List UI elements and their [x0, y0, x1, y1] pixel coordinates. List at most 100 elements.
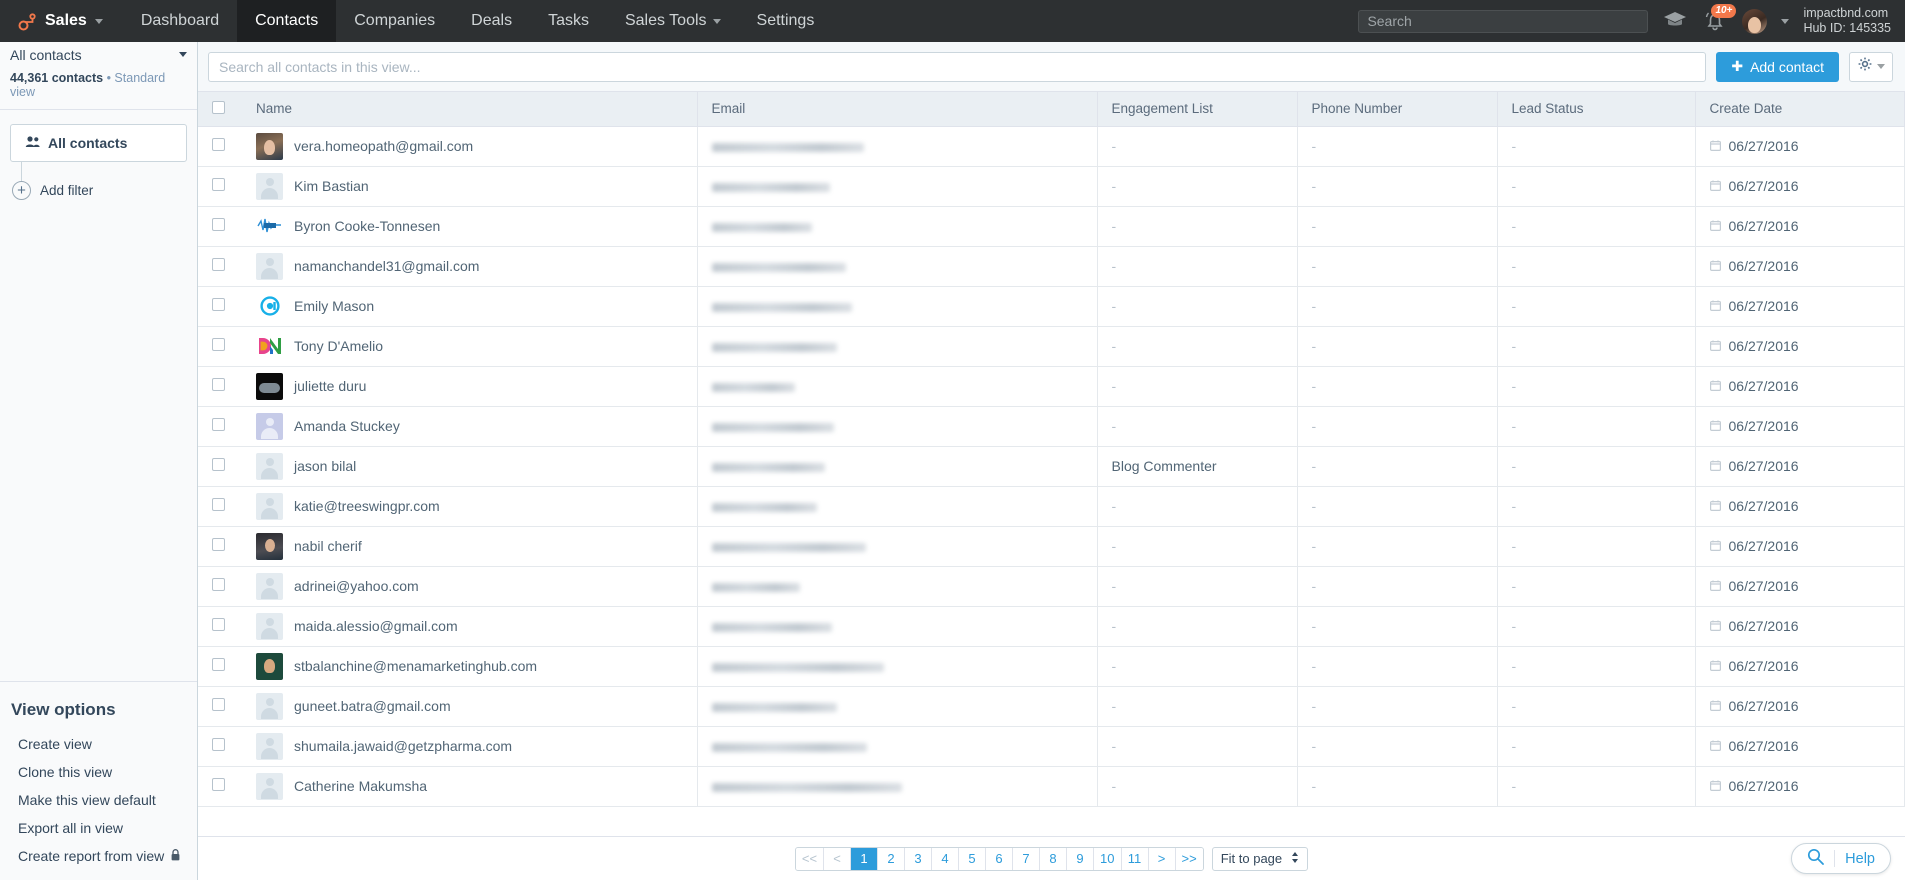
table-row[interactable]: stbalanchine@menamarketinghub.com - - - 06/2…: [198, 646, 1905, 687]
contact-name-link[interactable]: Amanda Stuckey: [294, 418, 400, 434]
cell-name[interactable]: namanchandel31@gmail.com: [242, 246, 698, 287]
table-row[interactable]: Catherine Makumsha - - - 06/27/2016: [198, 766, 1905, 807]
table-row[interactable]: jason bilal Blog Commenter - - 06/27/2016: [198, 446, 1905, 487]
table-row[interactable]: Tony D'Amelio - - - 06/27/2016: [198, 326, 1905, 367]
cell-name[interactable]: adrinei@yahoo.com: [242, 566, 698, 607]
cell-name[interactable]: stbalanchine@menamarketinghub.com: [242, 646, 698, 687]
nav-item-contacts[interactable]: Contacts: [237, 0, 337, 42]
row-checkbox[interactable]: [212, 258, 225, 271]
nav-item-tasks[interactable]: Tasks: [530, 0, 607, 42]
view-option-make-default[interactable]: Make this view default: [0, 786, 197, 814]
nav-item-deals[interactable]: Deals: [453, 0, 530, 42]
table-row[interactable]: vera.homeopath@gmail.com - - - 06/27/2016: [198, 126, 1905, 167]
contact-name-link[interactable]: guneet.batra@gmail.com: [294, 698, 451, 714]
pagination-page-button[interactable]: 5: [959, 847, 987, 870]
table-row[interactable]: guneet.batra@gmail.com - - - 06/27/2016: [198, 686, 1905, 727]
cell-name[interactable]: guneet.batra@gmail.com: [242, 686, 698, 727]
view-option-create-view[interactable]: Create view: [0, 730, 197, 758]
row-checkbox[interactable]: [212, 618, 225, 631]
row-checkbox[interactable]: [212, 698, 225, 711]
view-option-create-report[interactable]: Create report from view: [0, 842, 197, 870]
pagination-nav-button[interactable]: <<: [795, 847, 825, 870]
row-checkbox[interactable]: [212, 418, 225, 431]
cell-name[interactable]: katie@treeswingpr.com: [242, 486, 698, 527]
contact-name-link[interactable]: namanchandel31@gmail.com: [294, 258, 479, 274]
nav-item-sales-tools[interactable]: Sales Tools: [607, 0, 739, 42]
column-header-create-date[interactable]: Create Date: [1695, 92, 1905, 127]
view-selector-dropdown[interactable]: All contacts: [0, 42, 197, 67]
row-checkbox[interactable]: [212, 538, 225, 551]
cell-name[interactable]: juliette duru: [242, 366, 698, 407]
pagination-page-button[interactable]: 4: [932, 847, 960, 870]
row-checkbox[interactable]: [212, 738, 225, 751]
contact-name-link[interactable]: vera.homeopath@gmail.com: [294, 138, 473, 154]
pagination-nav-button[interactable]: <: [824, 847, 852, 870]
table-row[interactable]: juliette duru - - - 06/27/2016: [198, 366, 1905, 407]
cell-name[interactable]: shumaila.jawaid@getzpharma.com: [242, 726, 698, 767]
pagination-page-button[interactable]: 8: [1040, 847, 1068, 870]
table-settings-gear-button[interactable]: [1849, 51, 1893, 82]
contact-name-link[interactable]: Emily Mason: [294, 298, 374, 314]
brand-logo-sales[interactable]: Sales: [0, 0, 123, 42]
row-checkbox[interactable]: [212, 658, 225, 671]
row-checkbox[interactable]: [212, 778, 225, 791]
pagination-nav-button[interactable]: >>: [1175, 847, 1203, 870]
cell-name[interactable]: Kim Bastian: [242, 166, 698, 207]
contact-name-link[interactable]: jason bilal: [294, 458, 356, 474]
contact-name-link[interactable]: Kim Bastian: [294, 178, 369, 194]
pagination-page-button[interactable]: 6: [986, 847, 1014, 870]
add-filter-button[interactable]: + Add filter: [12, 181, 187, 200]
row-checkbox[interactable]: [212, 338, 225, 351]
pagination-page-button[interactable]: 2: [878, 847, 906, 870]
contact-name-link[interactable]: stbalanchine@menamarketinghub.com: [294, 658, 537, 674]
cell-name[interactable]: Amanda Stuckey: [242, 406, 698, 447]
pagination-page-button[interactable]: 9: [1067, 847, 1095, 870]
chevron-down-icon[interactable]: [1781, 18, 1790, 24]
contact-name-link[interactable]: Catherine Makumsha: [294, 778, 427, 794]
cell-name[interactable]: Tony D'Amelio: [242, 326, 698, 367]
row-checkbox[interactable]: [212, 138, 225, 151]
contact-name-link[interactable]: Tony D'Amelio: [294, 338, 383, 354]
cell-name[interactable]: Emily Mason: [242, 286, 698, 327]
add-contact-button[interactable]: ✚ Add contact: [1716, 51, 1839, 82]
contact-name-link[interactable]: maida.alessio@gmail.com: [294, 618, 458, 634]
table-row[interactable]: namanchandel31@gmail.com - - - 06/27/2016: [198, 246, 1905, 287]
search-contacts-input[interactable]: [208, 51, 1707, 82]
account-info[interactable]: impactbnd.com Hub ID: 145335: [1803, 6, 1891, 36]
table-row[interactable]: adrinei@yahoo.com - - - 06/27/2016: [198, 566, 1905, 607]
select-all-checkbox[interactable]: [212, 100, 225, 114]
table-row[interactable]: Byron Cooke-Tonnesen - - - 06/27/2016: [198, 206, 1905, 247]
pagination-page-button[interactable]: 3: [905, 847, 933, 870]
academy-cap-icon[interactable]: [1662, 9, 1688, 34]
table-row[interactable]: shumaila.jawaid@getzpharma.com - - - 06/27/2…: [198, 726, 1905, 767]
pagination-page-button[interactable]: 10: [1094, 847, 1122, 870]
table-row[interactable]: Amanda Stuckey - - - 06/27/2016: [198, 406, 1905, 447]
row-checkbox[interactable]: [212, 498, 225, 511]
cell-name[interactable]: maida.alessio@gmail.com: [242, 606, 698, 647]
notifications-bell-icon[interactable]: 10+: [1702, 4, 1737, 33]
help-widget[interactable]: Help: [1791, 843, 1891, 874]
pagination-page-button[interactable]: 11: [1121, 847, 1149, 870]
table-row[interactable]: Kim Bastian - - - 06/27/2016: [198, 166, 1905, 207]
pagination-page-button[interactable]: 1: [851, 847, 879, 870]
contact-name-link[interactable]: katie@treeswingpr.com: [294, 498, 440, 514]
column-header-engagement-list[interactable]: Engagement List: [1097, 92, 1298, 127]
table-row[interactable]: Emily Mason - - - 06/27/2016: [198, 286, 1905, 327]
nav-item-settings[interactable]: Settings: [739, 0, 833, 42]
nav-item-companies[interactable]: Companies: [336, 0, 453, 42]
filter-all-contacts[interactable]: All contacts: [10, 124, 187, 162]
table-row[interactable]: nabil cherif - - - 06/27/2016: [198, 526, 1905, 567]
column-header-lead-status[interactable]: Lead Status: [1497, 92, 1696, 127]
cell-name[interactable]: Byron Cooke-Tonnesen: [242, 206, 698, 247]
table-row[interactable]: katie@treeswingpr.com - - - 06/27/2016: [198, 486, 1905, 527]
contact-name-link[interactable]: Byron Cooke-Tonnesen: [294, 218, 440, 234]
row-checkbox[interactable]: [212, 378, 225, 391]
column-header-name[interactable]: Name: [242, 92, 698, 127]
pagination-nav-button[interactable]: >: [1148, 847, 1176, 870]
view-option-clone-this-view[interactable]: Clone this view: [0, 758, 197, 786]
global-search-input[interactable]: [1358, 9, 1649, 33]
row-checkbox[interactable]: [212, 218, 225, 231]
row-checkbox[interactable]: [212, 458, 225, 471]
contact-name-link[interactable]: adrinei@yahoo.com: [294, 578, 419, 594]
column-header-email[interactable]: Email: [697, 92, 1098, 127]
